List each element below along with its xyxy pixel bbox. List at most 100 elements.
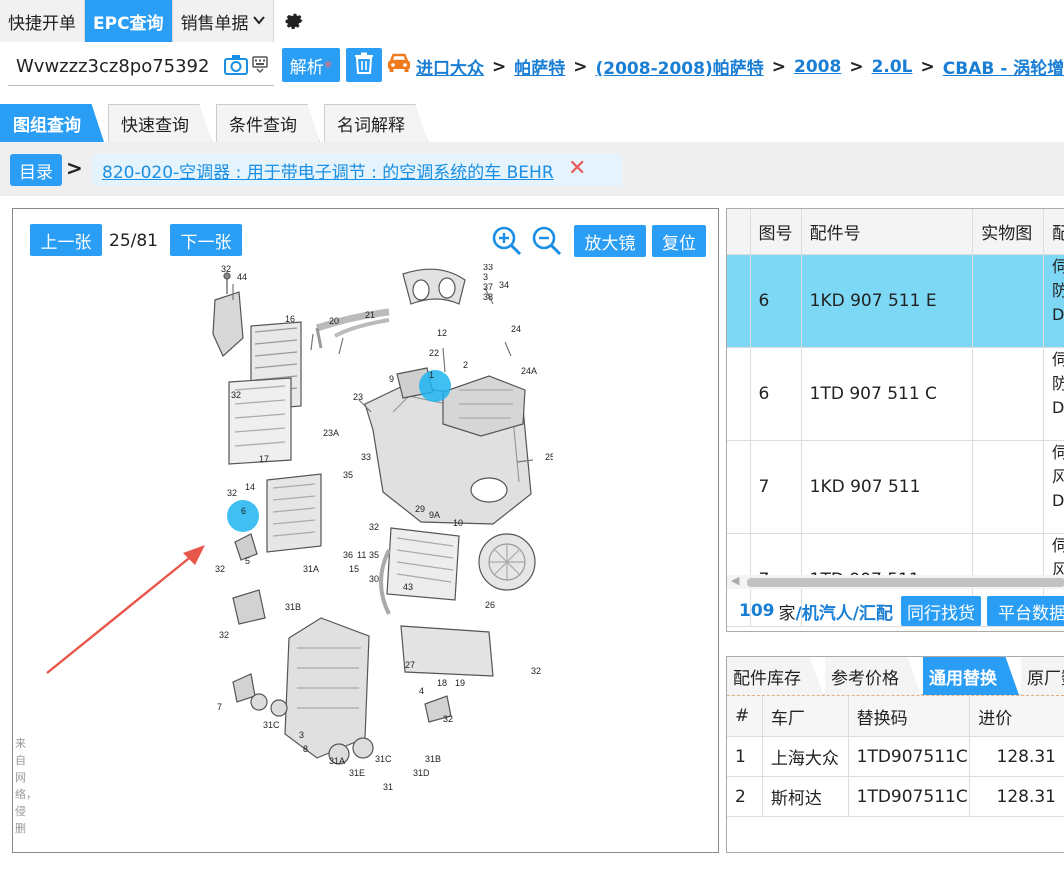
catalog-button[interactable]: 目录 xyxy=(10,154,62,186)
tab-general-replacement[interactable]: 通用替换 xyxy=(923,657,1019,695)
col-fig-no: 图号 xyxy=(751,209,802,254)
top-tab-bar: 快捷开单 EPC查询 销售单据 xyxy=(0,0,1064,42)
horizontal-scrollbar[interactable]: ◀ xyxy=(727,574,1064,589)
callout: 22 xyxy=(429,348,439,358)
row-factory: 上海大众 xyxy=(763,737,849,776)
breadcrumb-series[interactable]: (2008-2008)帕萨特 xyxy=(596,54,764,79)
part-filter xyxy=(386,527,460,601)
info-tabs: 配件库存 参考价格 通用替换 原厂数 xyxy=(727,657,1064,695)
reset-button[interactable]: 复位 xyxy=(652,225,706,257)
row-select[interactable] xyxy=(727,348,751,440)
platform-data-button[interactable]: 平台数据 xyxy=(987,596,1064,626)
gear-icon[interactable] xyxy=(274,0,314,42)
tab-reference-price[interactable]: 参考价格 xyxy=(825,657,921,695)
breadcrumb-engine[interactable]: CBAB - 涡轮增压 柴 xyxy=(943,54,1064,79)
callout: 7 xyxy=(217,702,222,712)
parse-button[interactable]: 解析* xyxy=(282,48,340,82)
prev-image-button[interactable]: 上一张 xyxy=(30,224,102,256)
table-row[interactable]: 1 上海大众 1TD907511C 128.31 xyxy=(727,737,1064,777)
callout: 16 xyxy=(285,314,295,324)
table-row[interactable]: 6 1TD 907 511 C 伺防D xyxy=(727,348,1064,441)
callout: 38 xyxy=(483,292,493,302)
catalog-chip: 820-020-空调器 : 用于带电子调节 : 的空调系统的车 BEHR ✕ xyxy=(92,154,622,186)
part-photo xyxy=(973,255,1044,347)
keyboard-icon[interactable] xyxy=(252,56,268,78)
breadcrumb-displacement[interactable]: 2.0L xyxy=(872,57,913,77)
callout: 35 xyxy=(343,470,353,480)
col-desc: 配 xyxy=(1044,209,1064,254)
callout: 32 xyxy=(531,666,541,676)
table-row[interactable]: 6 1KD 907 511 E 伺防D xyxy=(727,255,1064,348)
breadcrumb-sep: > xyxy=(920,56,935,77)
car-icon xyxy=(386,52,412,78)
chevron-down-icon xyxy=(252,14,265,28)
catalog-current-link[interactable]: 820-020-空调器 : 用于带电子调节 : 的空调系统的车 BEHR xyxy=(102,158,554,183)
camera-icon[interactable] xyxy=(224,54,248,80)
scrollbar-thumb[interactable] xyxy=(747,578,1064,587)
breadcrumb-sep: > xyxy=(771,56,786,77)
callout: 10 xyxy=(453,518,463,528)
row-select[interactable] xyxy=(727,255,751,347)
scroll-left-icon[interactable]: ◀ xyxy=(731,574,739,587)
callout: 32 xyxy=(231,390,241,400)
pointer-arrow-icon xyxy=(46,545,205,674)
breadcrumb-model[interactable]: 帕萨特 xyxy=(514,54,565,79)
watermark: 来自网络，侵删 xyxy=(15,737,37,835)
tab-glossary[interactable]: 名词解释 xyxy=(324,104,428,142)
tab-condition-query[interactable]: 条件查询 xyxy=(216,104,320,142)
breadcrumb-sep: > xyxy=(573,56,588,77)
parts-table-header: 图号 配件号 实物图 配 xyxy=(727,209,1064,255)
supplier-count: 109 xyxy=(739,601,775,621)
exploded-diagram[interactable]: 32 44 16 20 21 3 37 38 34 33 12 24 24A 2… xyxy=(193,264,553,804)
callout: 19 xyxy=(455,678,465,688)
callout: 24A xyxy=(521,366,537,376)
tab-group-query[interactable]: 图组查询 xyxy=(0,104,104,142)
diagram-panel: 上一张 25/81 下一张 放大镜 复位 32 44 16 20 21 3 37… xyxy=(12,208,719,853)
callout: 21 xyxy=(365,310,375,320)
supplier-link[interactable]: /机汽人/汇配 xyxy=(796,599,893,624)
parse-button-label: 解析 xyxy=(289,57,324,78)
part-duct-top xyxy=(402,268,466,305)
parse-star: * xyxy=(323,57,333,78)
tab-fast-query[interactable]: 快速查询 xyxy=(108,104,212,142)
callout: 31B xyxy=(425,754,441,764)
tab-quick-order[interactable]: 快捷开单 xyxy=(0,0,85,42)
delete-button[interactable] xyxy=(346,48,382,82)
callout: 20 xyxy=(329,316,339,326)
callout: 32 xyxy=(227,488,237,498)
tab-epc-query[interactable]: EPC查询 xyxy=(85,0,173,42)
part-desc: 伺防D xyxy=(1052,350,1064,417)
callout: 36 xyxy=(343,550,353,560)
zoom-out-icon[interactable] xyxy=(531,225,563,261)
tab-oem-data[interactable]: 原厂数 xyxy=(1021,657,1064,695)
peer-search-button[interactable]: 同行找货 xyxy=(901,596,981,626)
callout: 43 xyxy=(403,582,413,592)
callout: 2 xyxy=(463,360,468,370)
close-icon[interactable]: ✕ xyxy=(568,156,586,181)
magnifier-button[interactable]: 放大镜 xyxy=(574,225,646,257)
row-select[interactable] xyxy=(727,441,751,533)
breadcrumb-sep: > xyxy=(492,56,507,77)
col-factory: 车厂 xyxy=(763,696,849,736)
callout: 33 xyxy=(361,452,371,462)
callout: 44 xyxy=(237,272,247,282)
fig-no: 7 xyxy=(751,441,802,533)
row-price: 128.31 xyxy=(996,746,1056,767)
callout: 8 xyxy=(303,744,308,754)
tab-parts-stock[interactable]: 配件库存 xyxy=(727,657,823,695)
row-factory: 斯柯达 xyxy=(763,777,849,816)
next-image-button[interactable]: 下一张 xyxy=(170,224,242,256)
breadcrumb-year[interactable]: 2008 xyxy=(794,57,841,77)
tab-sales-docs[interactable]: 销售单据 xyxy=(172,0,274,42)
callout: 33 xyxy=(483,264,493,272)
callout: 11 xyxy=(357,550,366,560)
callout: 24 xyxy=(511,324,521,334)
table-row[interactable]: 2 斯柯达 1TD907511C 128.31 xyxy=(727,777,1064,817)
zoom-in-icon[interactable] xyxy=(491,225,523,261)
breadcrumb-brand[interactable]: 进口大众 xyxy=(416,54,484,79)
table-row[interactable]: 7 1KD 907 511 伺风D xyxy=(727,441,1064,534)
part-bracket xyxy=(212,291,244,357)
callout: 31B xyxy=(285,602,301,612)
replacement-table-header: # 车厂 替换码 进价 xyxy=(727,695,1064,737)
row-replace-code: 1TD907511C xyxy=(849,777,971,816)
